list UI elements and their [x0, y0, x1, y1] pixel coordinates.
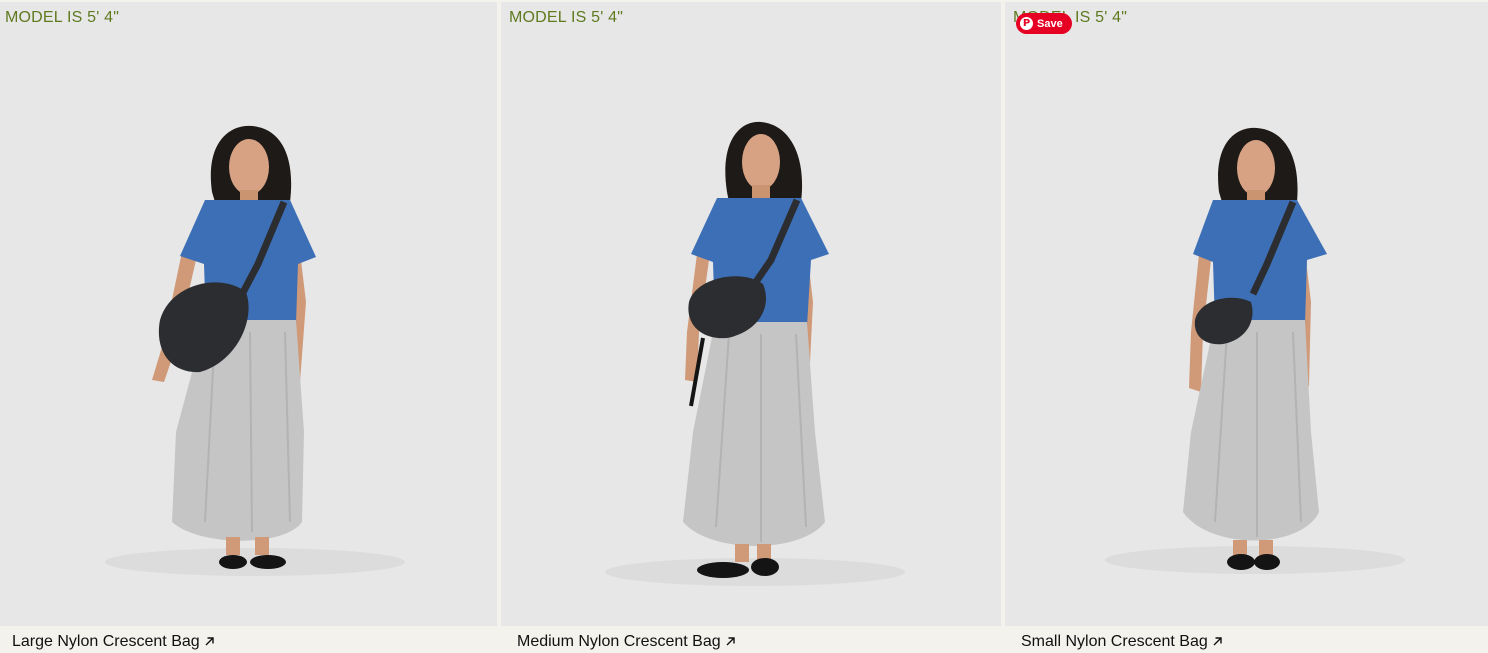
- product-card-small[interactable]: MODEL IS 5' 4" P Save Small Nylon Cresce…: [1005, 0, 1488, 653]
- model-height-label: MODEL IS 5' 4": [509, 9, 624, 26]
- product-link[interactable]: Large Nylon Crescent Bag: [12, 633, 215, 652]
- product-link[interactable]: Small Nylon Crescent Bag: [1021, 633, 1223, 652]
- model-height-label: MODEL IS 5' 4": [5, 9, 120, 26]
- model-photo-image: [605, 121, 905, 586]
- product-grid: MODEL IS 5' 4" Large Nylon Crescent Bag: [0, 0, 1488, 653]
- arrow-up-right-icon: [725, 634, 736, 652]
- save-label: Save: [1037, 17, 1063, 30]
- product-link[interactable]: Medium Nylon Crescent Bag: [517, 633, 736, 652]
- model-photo-image: [105, 125, 405, 576]
- product-name: Small Nylon Crescent Bag: [1021, 633, 1208, 650]
- pinterest-icon: P: [1020, 17, 1033, 30]
- product-photo[interactable]: MODEL IS 5' 4": [0, 2, 497, 626]
- product-card-large[interactable]: MODEL IS 5' 4" Large Nylon Crescent Bag: [0, 0, 497, 653]
- product-photo[interactable]: MODEL IS 5' 4" P Save: [1005, 2, 1488, 626]
- product-name: Large Nylon Crescent Bag: [12, 633, 200, 650]
- arrow-up-right-icon: [204, 634, 215, 652]
- arrow-up-right-icon: [1212, 634, 1223, 652]
- pinterest-save-button[interactable]: P Save: [1016, 13, 1072, 34]
- product-name: Medium Nylon Crescent Bag: [517, 633, 721, 650]
- product-photo[interactable]: MODEL IS 5' 4": [501, 2, 1001, 626]
- product-card-medium[interactable]: MODEL IS 5' 4" Medium Nylon Crescent Bag: [501, 0, 1001, 653]
- model-photo-image: [1105, 127, 1405, 574]
